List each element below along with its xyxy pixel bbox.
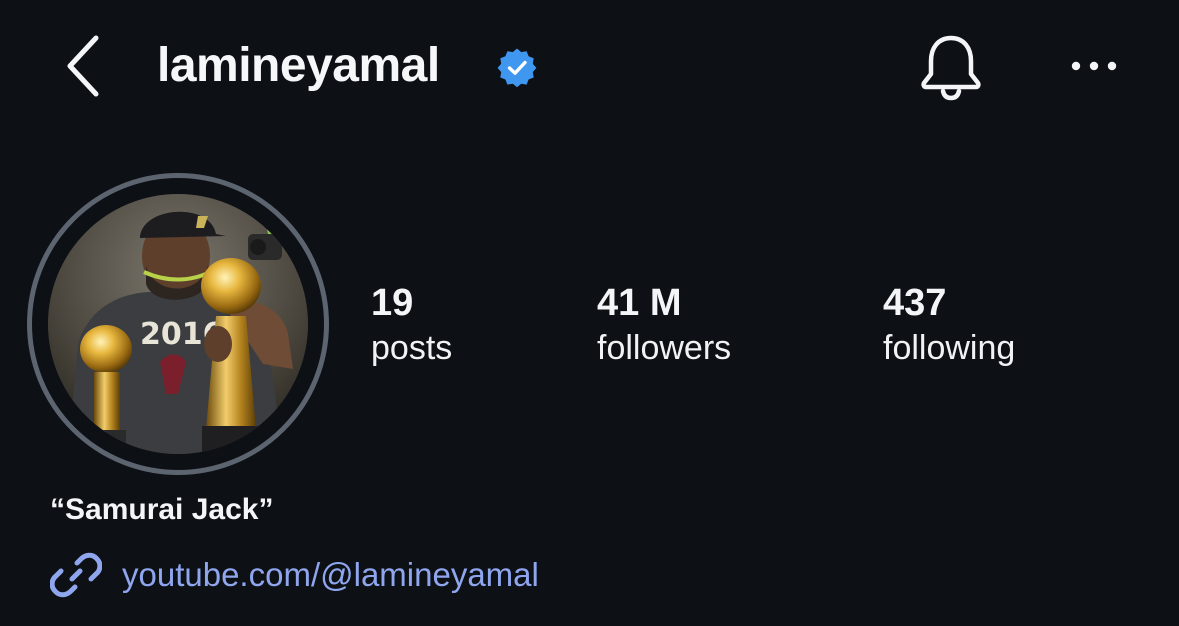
following-label: following [883,329,1016,367]
profile-avatar[interactable]: 2016 [27,173,329,475]
followers-value: 41 M [597,282,682,324]
verified-badge-icon [497,48,537,88]
posts-count[interactable]: 19 posts [371,280,452,370]
chevron-left-icon [67,35,99,97]
back-button[interactable] [58,30,110,102]
following-count[interactable]: 437 following [883,280,1015,370]
following-value: 437 [883,282,947,324]
more-horizontal-icon [1071,61,1117,71]
more-options-button[interactable] [1064,42,1128,90]
profile-display-name: “Samurai Jack” [50,493,274,526]
profile-link-text[interactable]: youtube.com/@lamineyamal [122,553,539,597]
profile-link[interactable]: youtube.com/@lamineyamal [50,548,539,602]
followers-label: followers [597,329,732,367]
notifications-button[interactable] [914,30,988,104]
posts-label: posts [371,329,453,367]
posts-value: 19 [371,282,414,324]
profile-username: lamineyamal [157,39,440,92]
followers-count[interactable]: 41 M followers [597,280,731,370]
avatar-photo: 2016 [48,194,308,454]
link-icon [50,552,102,598]
bell-icon [921,35,981,101]
